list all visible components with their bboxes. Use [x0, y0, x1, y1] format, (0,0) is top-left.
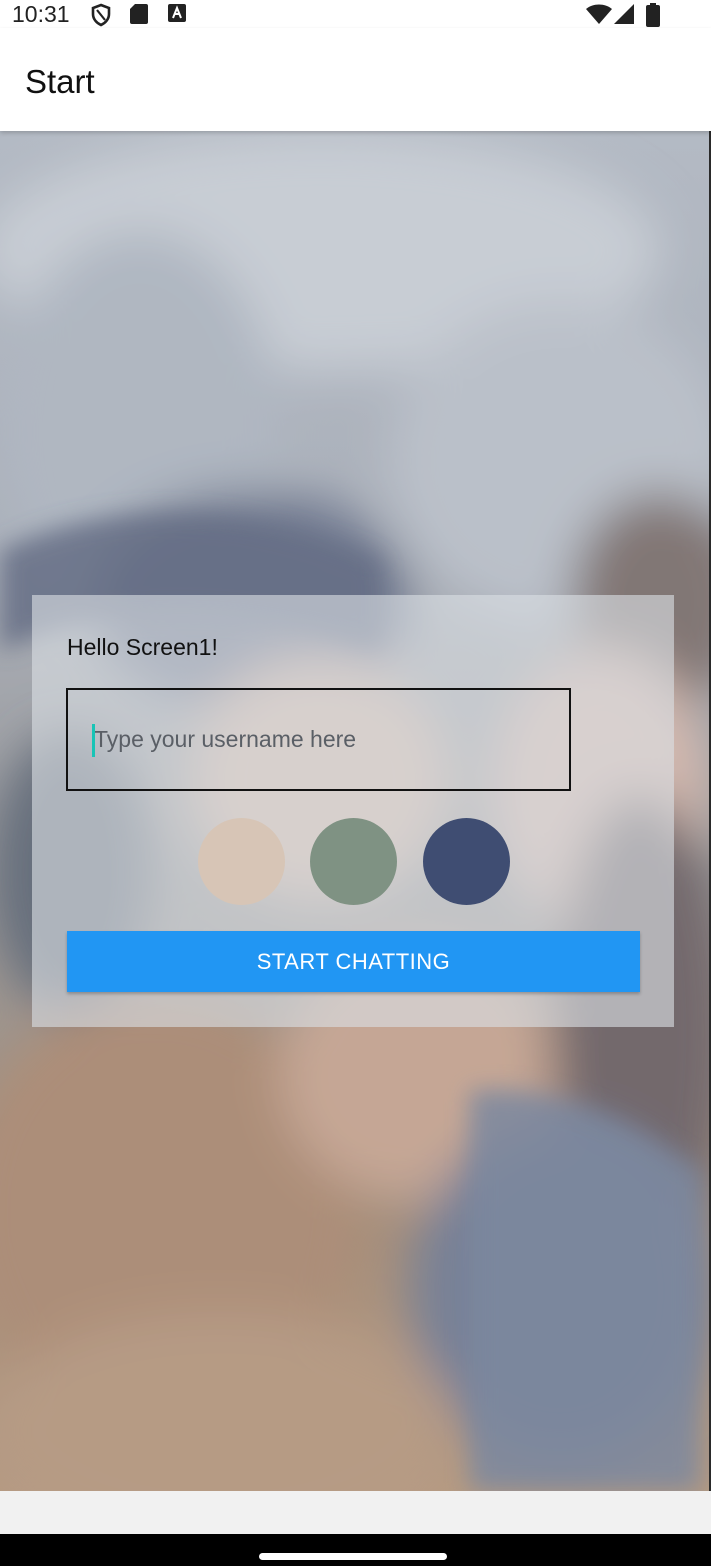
- sd-card-icon: [130, 4, 148, 24]
- start-card: Hello Screen1! START CHATTING: [32, 595, 674, 1027]
- shield-icon: [91, 3, 111, 27]
- start-chatting-button[interactable]: START CHATTING: [67, 931, 640, 992]
- status-bar: 10:31: [0, 0, 711, 28]
- color-option-navy[interactable]: [423, 818, 510, 905]
- text-cursor: [92, 724, 95, 757]
- username-input[interactable]: [66, 688, 571, 791]
- color-option-beige[interactable]: [198, 818, 285, 905]
- greeting-text: Hello Screen1!: [67, 634, 218, 660]
- navigation-bar: [0, 1534, 711, 1566]
- home-gesture-handle[interactable]: [259, 1553, 447, 1560]
- cell-signal-icon: [614, 4, 634, 24]
- page-title: Start: [25, 63, 95, 100]
- wifi-icon: [586, 4, 612, 24]
- color-option-sage[interactable]: [310, 818, 397, 905]
- keyboard-a-icon: [168, 4, 186, 22]
- status-time: 10:31: [12, 1, 70, 27]
- bottom-spacer: [0, 1491, 711, 1534]
- battery-icon: [646, 3, 660, 27]
- app-bar: Start: [0, 28, 711, 131]
